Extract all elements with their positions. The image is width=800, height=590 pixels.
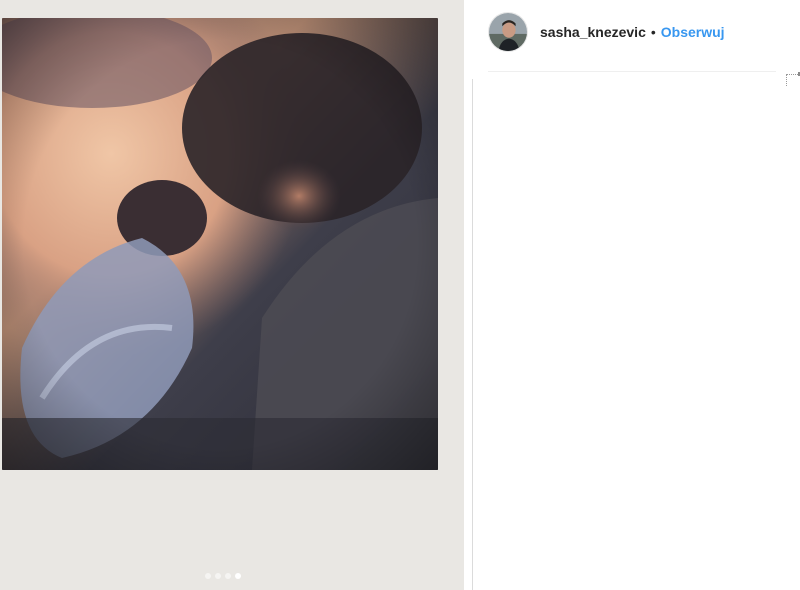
carousel-dot <box>205 573 211 579</box>
post-media <box>0 0 464 590</box>
carousel-indicator <box>205 573 241 579</box>
post-header: sasha_knezevic • Obserwuj <box>488 12 725 52</box>
instagram-post: sasha_knezevic • Obserwuj <box>0 0 800 590</box>
comments-area[interactable] <box>473 79 773 590</box>
carousel-dot <box>215 573 221 579</box>
scroll-up-marker <box>786 74 798 86</box>
username-link[interactable]: sasha_knezevic <box>540 24 646 40</box>
photo-image <box>2 18 438 470</box>
scrollbar[interactable] <box>786 0 800 590</box>
avatar-image <box>489 13 527 51</box>
carousel-dot <box>225 573 231 579</box>
follow-button[interactable]: Obserwuj <box>661 24 725 40</box>
header-separator: • <box>650 24 656 40</box>
header-divider <box>488 71 776 72</box>
post-side-panel: sasha_knezevic • Obserwuj <box>464 0 800 590</box>
avatar[interactable] <box>488 12 528 52</box>
post-photo[interactable] <box>2 18 438 470</box>
carousel-dot-active <box>235 573 241 579</box>
